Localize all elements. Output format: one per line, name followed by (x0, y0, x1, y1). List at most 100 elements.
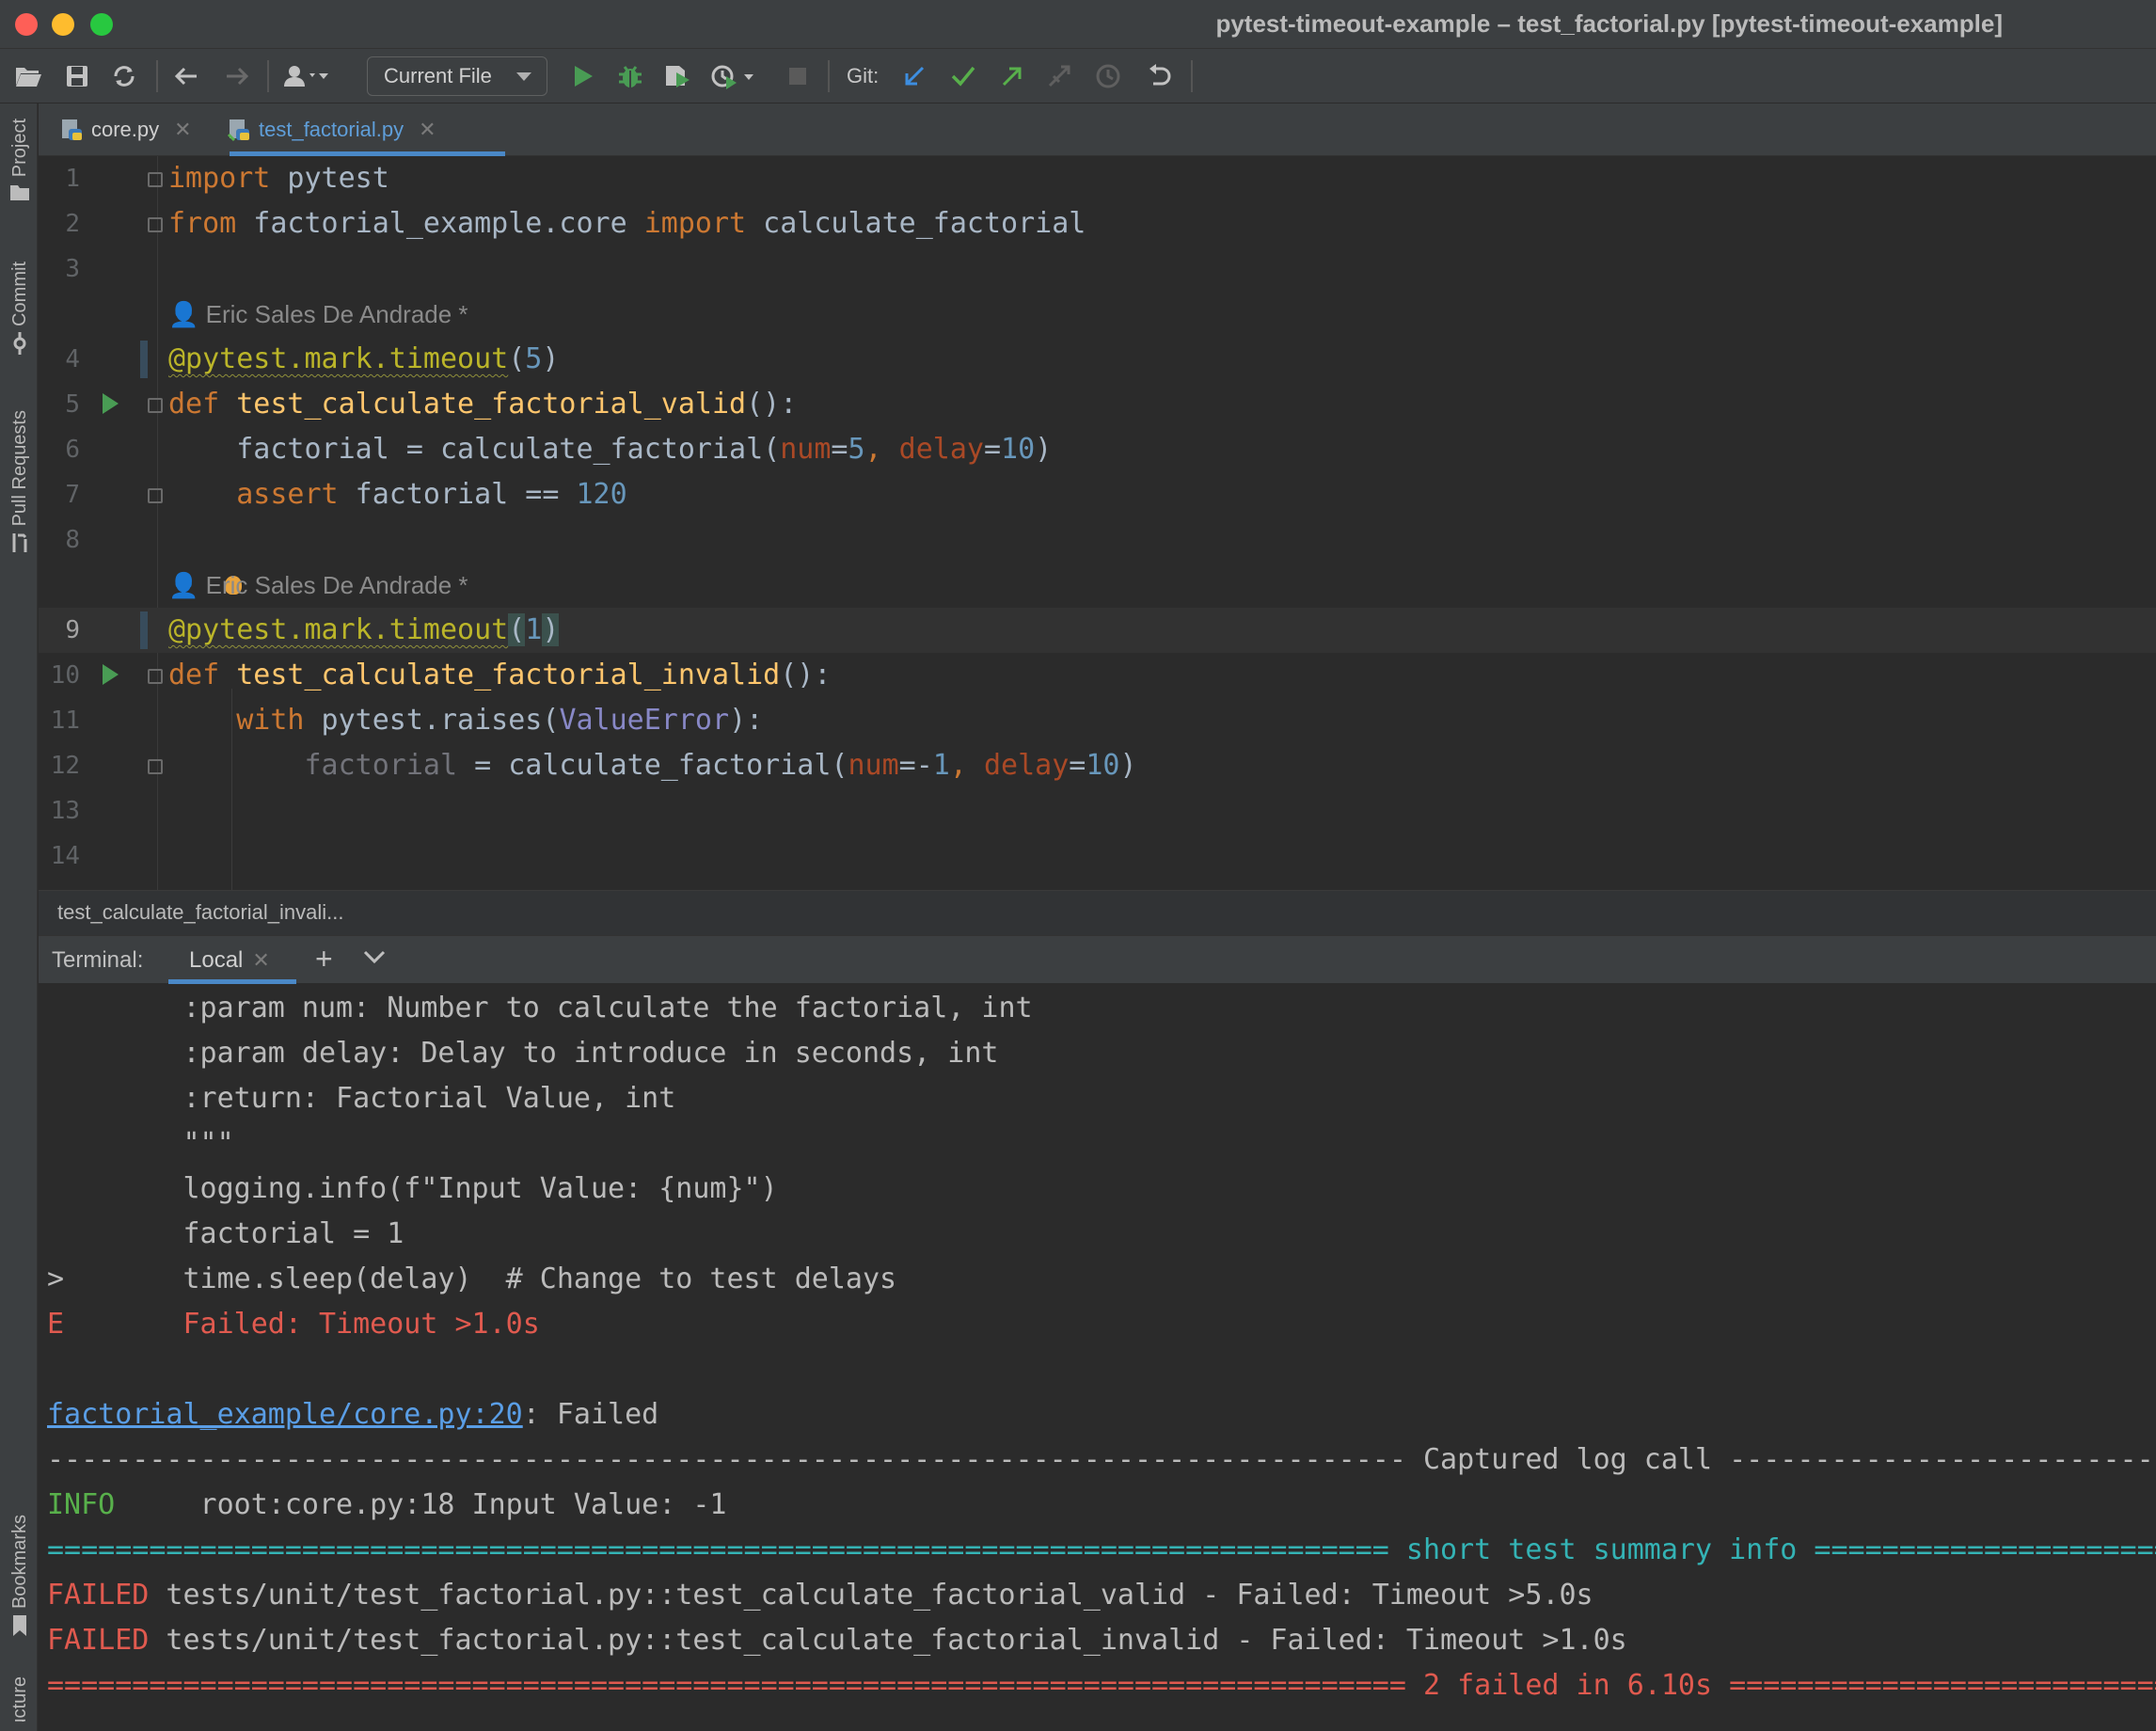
run-icon[interactable] (566, 58, 600, 94)
chevron-down-icon[interactable] (362, 947, 387, 971)
number: 1 (525, 613, 543, 646)
author-name: Eric Sales De Andrade * (205, 300, 468, 328)
vcs-change-marker[interactable] (140, 341, 148, 378)
close-icon[interactable]: ✕ (419, 118, 436, 142)
terminal-line: factorial_example/core.py:20: Failed (47, 1392, 658, 1437)
back-icon[interactable] (169, 58, 203, 94)
vcs-change-marker[interactable] (140, 611, 148, 649)
failed-test: tests/unit/test_factorial.py::test_calcu… (149, 1579, 1593, 1612)
git-push-icon[interactable] (995, 58, 1029, 94)
code-text: factorial = calculate_factorial(num=5, d… (168, 427, 1052, 472)
parameter: delay (898, 433, 984, 466)
fold-marker-icon[interactable] (148, 217, 163, 232)
code-text: factorial = calculate_factorial(num=-1, … (168, 743, 1137, 788)
git-branch-icon[interactable] (1042, 58, 1076, 94)
token: ) (542, 613, 560, 646)
coverage-icon[interactable] (660, 58, 694, 94)
debug-icon[interactable] (613, 58, 647, 94)
close-icon[interactable]: ✕ (252, 948, 269, 973)
history-icon[interactable] (1091, 58, 1125, 94)
structure-tool-label: Structure (8, 1676, 30, 1722)
number: 120 (576, 478, 627, 511)
fold-marker-icon[interactable] (148, 172, 163, 187)
git-label: Git: (847, 64, 880, 87)
failed-test: tests/unit/test_factorial.py::test_calcu… (149, 1624, 1627, 1657)
failure-status: : Failed (522, 1398, 659, 1431)
add-icon[interactable]: + (315, 942, 333, 977)
terminal-label: Terminal: (52, 947, 144, 973)
close-icon[interactable]: ✕ (174, 118, 191, 142)
project-tool-label: Project (8, 119, 30, 178)
token: calculate_factorial (746, 207, 1086, 240)
decorator: @pytest.mark.timeout (168, 613, 509, 646)
code-line: 8 (39, 517, 2156, 563)
code-text: @pytest.mark.timeout(5) (168, 337, 559, 382)
tab-terminal-local[interactable]: Local ✕ (189, 936, 270, 985)
code-editor[interactable]: 1 import pytest 2 from factorial_example… (39, 156, 2156, 890)
code-line: 3 (39, 246, 2156, 292)
decorator: @pytest.mark.timeout (168, 342, 509, 375)
fold-marker-icon[interactable] (148, 398, 163, 413)
file-link[interactable]: factorial_example/core.py:20 (47, 1398, 523, 1431)
log-message: root:core.py:18 Input Value: -1 (115, 1488, 727, 1521)
run-configuration-select[interactable]: Current File (367, 56, 547, 96)
rollback-icon[interactable] (1142, 58, 1176, 94)
parameter: delay (983, 749, 1070, 782)
terminal-header: Terminal: Local ✕ + (39, 935, 2156, 984)
line-number: 12 (50, 752, 80, 780)
tab-test-factorial-py[interactable]: test_factorial.py ✕ (227, 103, 436, 156)
line-number: 1 (65, 165, 80, 193)
keyword: import (168, 162, 271, 195)
terminal-line: INFO root:core.py:18 Input Value: -1 (47, 1483, 726, 1528)
run-test-icon[interactable] (103, 393, 119, 414)
token: ) (1035, 433, 1053, 466)
save-icon[interactable] (60, 58, 94, 94)
git-update-icon[interactable] (897, 58, 931, 94)
fold-marker-icon[interactable] (148, 488, 163, 503)
forward-icon[interactable] (220, 58, 254, 94)
sync-icon[interactable] (107, 58, 141, 94)
commit-tool-label: Commit (8, 262, 30, 326)
code-line: 5 def test_calculate_factorial_valid(): (39, 382, 2156, 427)
bookmarks-tool-label: Bookmarks (8, 1515, 30, 1610)
token: pytest (270, 162, 389, 195)
bookmarks-tool-button[interactable]: Bookmarks (6, 1515, 34, 1637)
code-line: 6 factorial = calculate_factorial(num=5,… (39, 427, 2156, 472)
profile-icon[interactable] (707, 58, 758, 94)
line-number: 5 (65, 390, 80, 419)
keyword: import (643, 207, 747, 240)
number: 1 (932, 749, 950, 782)
author-annotation[interactable]: 👤 Eric Sales De Andrade * (168, 292, 468, 337)
terminal-output[interactable]: :param num: Number to calculate the fact… (39, 984, 2156, 1731)
stop-icon[interactable] (781, 58, 815, 94)
commit-tool-button[interactable]: Commit (6, 262, 34, 355)
structure-tool-button[interactable]: Structure (6, 1676, 34, 1722)
token: = (983, 433, 1002, 466)
tab-label: core.py (91, 118, 160, 141)
builtin: ValueError (559, 704, 730, 737)
run-configuration-label: Current File (384, 64, 492, 87)
breadcrumb[interactable]: test_calculate_factorial_invali... (39, 890, 2156, 935)
breadcrumb-item[interactable]: test_calculate_factorial_invali... (57, 900, 344, 924)
tab-core-py[interactable]: core.py ✕ (59, 103, 192, 156)
run-test-icon[interactable] (103, 664, 119, 685)
token: = calculate_factorial( (457, 749, 848, 782)
author-annotation[interactable]: 👤 Eric Sales De Andrade * (168, 563, 468, 608)
pull-requests-tool-button[interactable]: Pull Requests (6, 410, 34, 554)
code-line: 2 from factorial_example.core import cal… (39, 201, 2156, 246)
fold-marker-icon[interactable] (148, 759, 163, 774)
code-text: from factorial_example.core import calcu… (168, 201, 1086, 246)
chevron-down-icon (516, 72, 531, 81)
terminal-line: :return: Factorial Value, int (47, 1082, 676, 1115)
project-tool-button[interactable]: Project (6, 119, 34, 201)
error-message: Failed: Timeout >1.0s (64, 1308, 540, 1341)
git-commit-icon[interactable] (946, 58, 980, 94)
open-folder-icon[interactable] (11, 58, 45, 94)
code-text: def test_calculate_factorial_valid(): (168, 382, 797, 427)
author-annotation-line: 👤 Eric Sales De Andrade * (39, 563, 2156, 608)
failed-status: FAILED (47, 1624, 150, 1657)
user-icon[interactable] (280, 58, 335, 94)
function-name: test_calculate_factorial_invalid (236, 659, 781, 691)
fold-marker-icon[interactable] (148, 669, 163, 684)
